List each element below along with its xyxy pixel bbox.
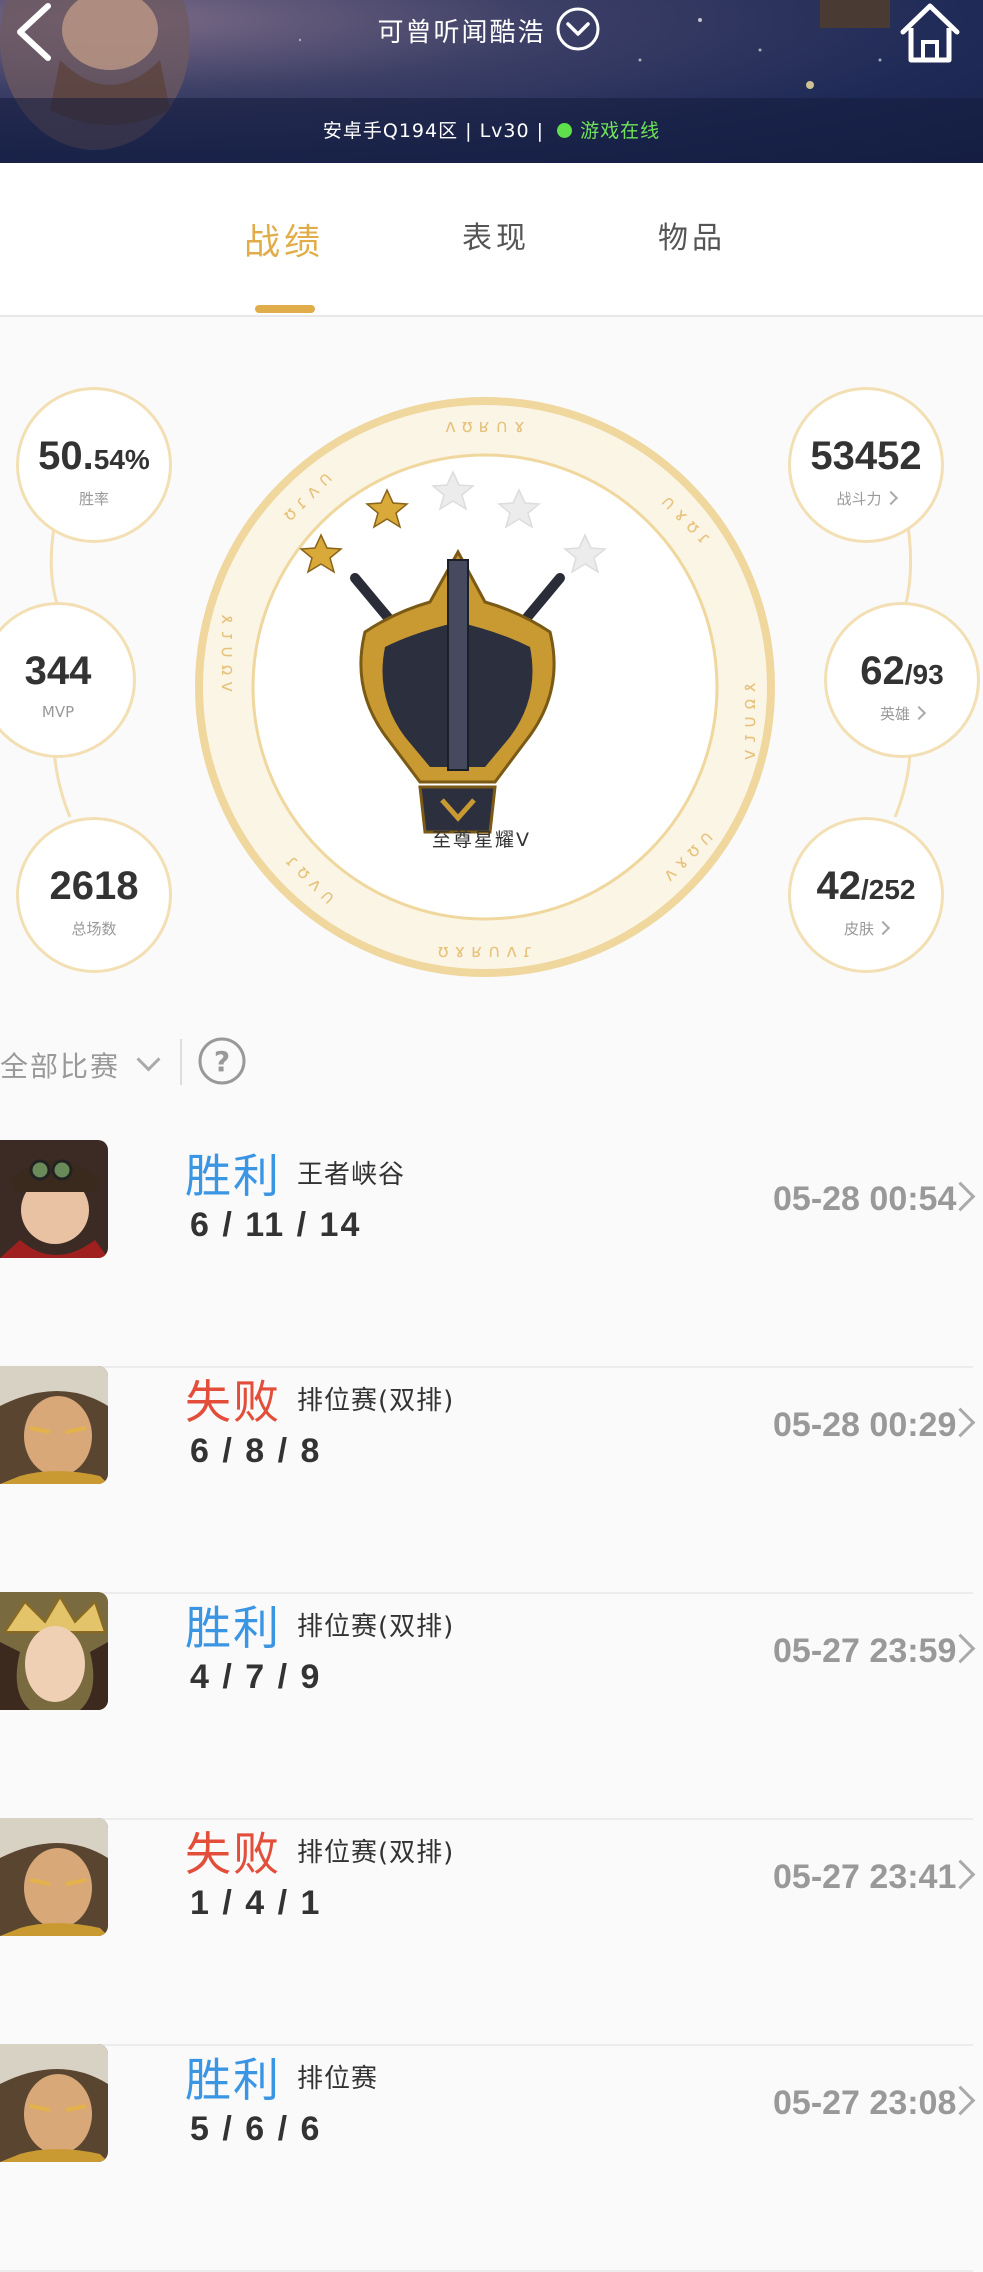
match-mode: 排位赛(双排) [297,1612,455,1642]
info-separator: | [536,120,545,142]
match-time: 05-27 23:59 [773,1632,957,1670]
total-games-value: 2618 [49,864,139,908]
profile-header: 可曾听闻酷浩 安卓手Q194区 | Lv30 | 游戏在线 [0,0,983,163]
heroes-stat[interactable]: 62/93 英雄 [824,602,980,758]
info-separator: | [465,120,473,142]
match-filter-bar: 全部比赛 ? [0,1035,983,1095]
combat-power-label: 战斗力 [791,488,941,509]
match-result: 胜利 [185,2053,281,2107]
win-rate-stat: 50.54% 胜率 [16,387,172,543]
rank-emblem[interactable]: ʌ ʊ ʁ ∩ ɤ ʊ ɾ ʌ ∩ ∩ ɤ ʊ ɾ ʌ ʊ ∩ ɾ ɤ ɤ ʊ … [190,392,780,982]
match-mode: 排位赛(双排) [297,1386,455,1416]
rank-name: 至尊星耀V [432,829,531,851]
svg-text:ʊ ɤ ʁ ∩ ʌ ɾ: ʊ ɤ ʁ ∩ ʌ ɾ [438,941,533,962]
svg-text:ʌ ʊ ʁ ∩ ɤ: ʌ ʊ ʁ ∩ ɤ [445,416,524,437]
svg-text:?: ? [214,1045,230,1078]
match-row[interactable]: 胜利 排位赛(双排) 4 / 7 / 9 05-27 23:59 [0,1592,976,1820]
match-time: 05-27 23:08 [773,2084,957,2122]
tab-performance[interactable]: 表现 [462,213,530,257]
player-level: Lv30 [479,120,530,142]
hero-golden-warrior-icon [0,1818,108,1936]
match-row[interactable]: 胜利 王者峡谷 6 / 11 / 14 05-28 00:54 [0,1140,976,1368]
match-kda: 4 / 7 / 9 [190,1658,322,1696]
match-time: 05-27 23:41 [773,1858,957,1896]
win-rate-value: 50.54% [38,434,150,478]
match-result: 胜利 [185,1601,281,1655]
combat-power-value: 53452 [810,434,922,478]
player-name[interactable]: 可曾听闻酷浩 [0,12,983,49]
match-row[interactable]: 胜利 排位赛 5 / 6 / 6 05-27 23:08 [0,2044,976,2272]
tab-bar: 战绩 表现 物品 [0,163,983,317]
filter-divider [180,1039,182,1085]
online-status-dot [557,123,573,138]
chevron-right-icon [911,705,927,721]
active-tab-indicator [255,305,315,313]
match-row[interactable]: 失败 排位赛(双排) 6 / 8 / 8 05-28 00:29 [0,1366,976,1594]
match-result: 失败 [185,1375,281,1429]
player-name-text: 可曾听闻酷浩 [377,18,546,48]
svg-text:ɤ ʊ ∩ ɾ ʌ: ɤ ʊ ∩ ɾ ʌ [740,682,761,760]
mvp-value: 344 [24,649,92,693]
skins-label: 皮肤 [791,918,941,939]
total-games-label: 总场数 [71,920,117,938]
player-info-line: 安卓手Q194区 | Lv30 | 游戏在线 [0,116,983,143]
match-kda: 6 / 11 / 14 [190,1206,362,1244]
heroes-value: 62/93 [860,649,944,693]
server-name: 安卓手Q194区 [322,120,459,142]
help-icon[interactable]: ? [197,1036,247,1086]
match-kda: 6 / 8 / 8 [190,1432,322,1470]
home-icon[interactable] [895,0,965,68]
heroes-label: 英雄 [827,703,977,724]
svg-text:ʌ ʊ ∩ ɾ ɤ: ʌ ʊ ∩ ɾ ɤ [216,614,237,692]
mvp-label: MVP [41,703,75,721]
hero-golden-warrior-icon [0,1366,108,1484]
skins-value: 42/252 [816,864,916,908]
combat-power-stat[interactable]: 53452 战斗力 [788,387,944,543]
win-rate-label: 胜率 [78,490,109,508]
match-time: 05-28 00:54 [773,1180,957,1218]
match-mode: 排位赛 [297,2064,379,2094]
online-status: 游戏在线 [580,120,661,142]
chevron-right-icon [883,490,898,506]
chevron-right-icon [875,920,891,936]
match-kda: 5 / 6 / 6 [190,2110,322,2148]
account-dropdown-icon[interactable] [555,6,601,52]
match-result: 胜利 [185,1149,281,1203]
tab-items[interactable]: 物品 [658,213,726,257]
hero-crowned-lady-icon [0,1592,108,1710]
match-mode: 排位赛(双排) [297,1838,455,1868]
stats-panel: 50.54% 胜率 344 MVP 2618 总场数 53452 战斗力 62/… [0,317,983,1007]
match-filter-dropdown[interactable]: 全部比赛 [0,1045,120,1085]
tab-record[interactable]: 战绩 [244,213,324,265]
chevron-down-icon[interactable] [136,1047,161,1072]
match-result: 失败 [185,1827,281,1881]
hero-gunslinger-icon [0,1140,108,1258]
hero-golden-warrior-icon [0,2044,108,2162]
match-row[interactable]: 失败 排位赛(双排) 1 / 4 / 1 05-27 23:41 [0,1818,976,2046]
match-kda: 1 / 4 / 1 [190,1884,322,1922]
match-mode: 王者峡谷 [297,1160,406,1190]
match-time: 05-28 00:29 [773,1406,957,1444]
